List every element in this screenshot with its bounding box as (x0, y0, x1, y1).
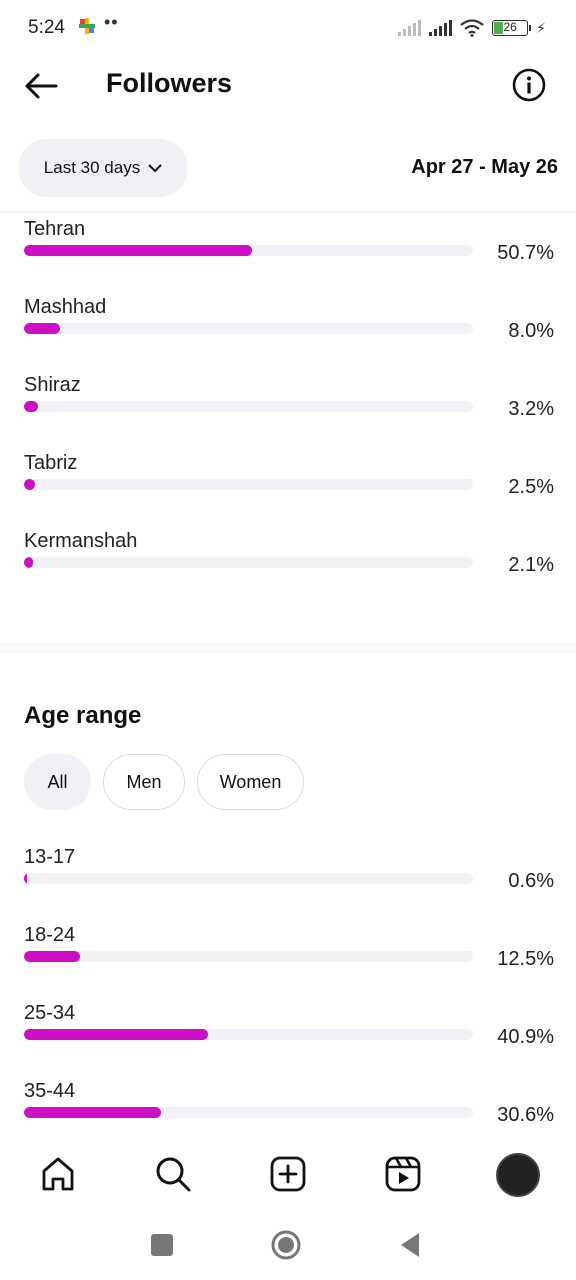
bar-track (24, 479, 473, 490)
signal-icon (429, 20, 453, 36)
divider (0, 211, 576, 213)
profile-avatar[interactable] (496, 1153, 540, 1197)
app-notification-icon (79, 18, 95, 34)
bar-track (24, 951, 473, 962)
bar-row: 13-17 0.6% (24, 846, 554, 924)
bar-row: Tehran 50.7% (24, 218, 554, 296)
tab-women[interactable]: Women (197, 754, 304, 810)
bar-row: Mashhad 8.0% (24, 296, 554, 374)
back-triangle-icon[interactable] (395, 1230, 425, 1260)
date-range-dropdown-label: Last 30 days (43, 158, 141, 177)
bar-fill (24, 873, 27, 884)
tab-men[interactable]: Men (103, 754, 185, 810)
bar-percent: 50.7% (497, 242, 554, 264)
date-range-dropdown[interactable]: Last 30 days (18, 139, 188, 197)
back-arrow-icon[interactable] (22, 66, 62, 106)
bar-label: Shiraz (24, 374, 81, 396)
battery-level: 26 (503, 20, 517, 34)
tab-all[interactable]: All (24, 754, 91, 810)
bar-label: 13-17 (24, 846, 76, 868)
bar-fill (24, 479, 35, 490)
age-range-tabs: All Men Women (24, 754, 304, 810)
page-title: Followers (106, 68, 233, 98)
battery-icon: 26 (492, 20, 532, 36)
bar-percent: 2.1% (508, 554, 554, 576)
bar-row: 25-34 40.9% (24, 1002, 554, 1080)
bar-fill (24, 951, 80, 962)
bar-percent: 12.5% (497, 948, 554, 970)
bar-label: 18-24 (24, 924, 76, 946)
bar-row: Kermanshah 2.1% (24, 530, 554, 608)
status-time: 5:24 (28, 17, 65, 38)
bar-label: Tehran (24, 218, 86, 240)
bar-label: 25-34 (24, 1002, 76, 1024)
bar-label: 35-44 (24, 1080, 76, 1102)
bar-fill (24, 1029, 208, 1040)
chevron-down-icon (148, 164, 162, 173)
bar-track (24, 401, 473, 412)
reels-icon[interactable] (383, 1154, 423, 1194)
bar-track (24, 323, 473, 334)
bar-label: Mashhad (24, 296, 107, 318)
status-dots: •• (104, 12, 119, 32)
bar-label: Tabriz (24, 452, 78, 474)
bar-label: Kermanshah (24, 530, 138, 552)
bar-fill (24, 1107, 161, 1118)
recent-apps-icon[interactable] (147, 1230, 177, 1260)
home-button-icon[interactable] (271, 1230, 301, 1260)
bottom-navigation (0, 1136, 576, 1218)
bar-fill (24, 401, 38, 412)
age-range-title: Age range (24, 702, 142, 729)
bar-track (24, 557, 473, 568)
bar-percent: 2.5% (508, 476, 554, 498)
info-icon[interactable] (512, 68, 546, 102)
section-divider (0, 643, 576, 653)
bar-fill (24, 245, 252, 256)
bar-track (24, 1029, 473, 1040)
status-bar: 5:24 •• 26 ⚡ (0, 0, 576, 56)
bar-track (24, 873, 473, 884)
date-range-text: Apr 27 - May 26 (411, 156, 558, 178)
charging-icon: ⚡ (536, 19, 546, 36)
bar-row: Shiraz 3.2% (24, 374, 554, 452)
system-navigation (0, 1218, 576, 1280)
bar-percent: 3.2% (508, 398, 554, 420)
bar-track (24, 245, 473, 256)
bar-percent: 0.6% (508, 870, 554, 892)
bar-fill (24, 323, 60, 334)
bar-fill (24, 557, 33, 568)
bar-row: 18-24 12.5% (24, 924, 554, 1002)
signal-weak-icon (398, 20, 422, 36)
bar-track (24, 1107, 473, 1118)
create-icon[interactable] (268, 1154, 308, 1194)
search-icon[interactable] (153, 1154, 193, 1194)
bar-row: Tabriz 2.5% (24, 452, 554, 530)
header: Followers (0, 56, 576, 116)
bar-percent: 30.6% (497, 1104, 554, 1126)
bar-percent: 8.0% (508, 320, 554, 342)
bar-percent: 40.9% (497, 1026, 554, 1048)
wifi-icon (460, 19, 484, 37)
home-icon[interactable] (38, 1154, 78, 1194)
